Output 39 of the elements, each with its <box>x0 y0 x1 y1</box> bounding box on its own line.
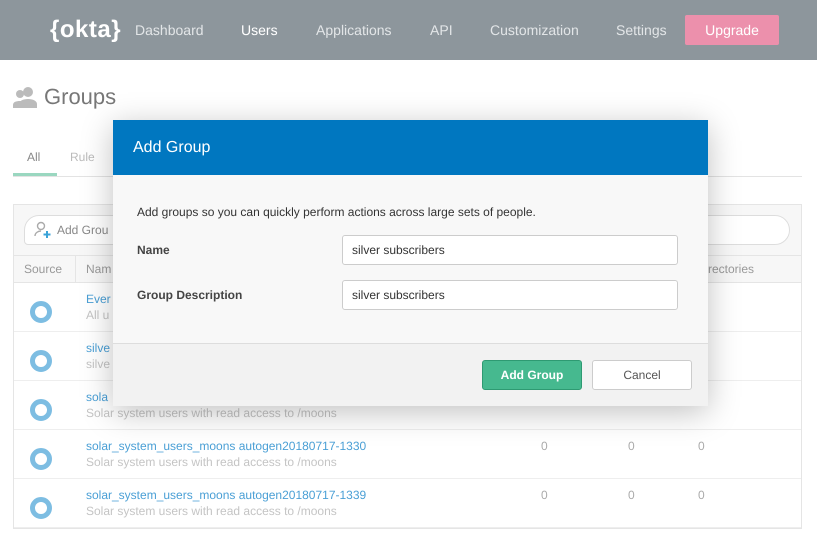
nav-link[interactable]: Users <box>241 22 316 38</box>
input-field[interactable]: silver subscribers <box>342 280 678 310</box>
nav-link[interactable]: Dashboard <box>135 22 242 38</box>
group-name-link[interactable]: solar_system_users_moons autogen20180717-1330 <box>86 439 531 454</box>
field-label: Name <box>137 243 171 257</box>
count-cell-text: 0 <box>627 487 636 502</box>
count-cell-text: 0 <box>540 487 549 502</box>
field-label: Group Description <box>137 288 244 302</box>
add-person-icon <box>34 221 52 239</box>
nav-link[interactable]: Applications <box>316 22 430 38</box>
input-field[interactable]: silver subscribers <box>342 235 678 265</box>
source-ring-icon <box>30 497 52 519</box>
nav-link[interactable]: API <box>430 22 490 38</box>
upgrade-button[interactable]: Upgrade <box>685 15 780 45</box>
source-ring-icon <box>30 448 52 470</box>
count-cell-text: 0 <box>627 438 636 453</box>
page-title: Groups <box>44 84 116 110</box>
add-group-button[interactable]: Add Group <box>482 360 582 390</box>
dialog-title: Add Group <box>133 138 210 156</box>
cancel-button[interactable]: Cancel <box>592 360 692 390</box>
column-header: rectories <box>707 262 756 276</box>
count-cell-text: 0 <box>697 487 706 502</box>
group-description: Solar system users with read access to /moons <box>86 503 338 519</box>
dialog-intro-text: Add groups so you can quickly perform actions across large sets of people. <box>137 205 537 219</box>
logo[interactable]: {okta} <box>50 16 122 44</box>
column-header: Source <box>14 256 76 282</box>
count-cell-text: 0 <box>697 438 706 453</box>
column-header: Nam <box>85 262 112 276</box>
nav-link[interactable]: Customization <box>490 22 616 38</box>
source-ring-icon <box>30 301 52 323</box>
group-name-link[interactable]: solar_system_users_moons autogen20180717-1339 <box>86 488 531 503</box>
group-description: silve <box>86 356 112 372</box>
source-ring-icon <box>30 399 52 421</box>
tab[interactable]: All <box>13 150 57 176</box>
nav-link[interactable]: Settings <box>616 22 686 38</box>
group-description: Solar system users with read access to /moons <box>86 454 338 470</box>
people-icon <box>13 86 37 108</box>
source-ring-icon <box>30 350 52 372</box>
count-cell-text: 0 <box>540 438 549 453</box>
